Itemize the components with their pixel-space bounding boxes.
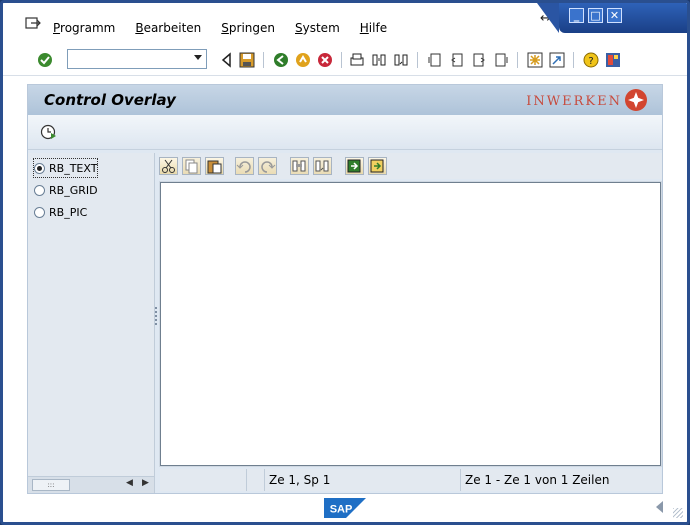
print-icon[interactable] — [349, 52, 365, 68]
application-toolbar — [28, 115, 662, 150]
shortcut-icon[interactable] — [549, 52, 565, 68]
customize-layout-icon[interactable] — [605, 52, 621, 68]
scrollbar-thumb[interactable]: ::: — [32, 479, 70, 491]
editor-toolbar — [159, 153, 662, 179]
cancel-icon[interactable] — [317, 52, 333, 68]
radio-panel: RB_TEXT RB_GRID RB_PIC ::: ◀ ▶ — [28, 153, 155, 493]
radio-label: RB_TEXT — [49, 161, 98, 175]
toolbar-separator — [573, 52, 574, 68]
radio-rb-pic[interactable]: RB_PIC — [34, 203, 87, 221]
paste-icon[interactable] — [205, 157, 224, 175]
horizontal-scrollbar[interactable]: ::: ◀ ▶ — [28, 476, 154, 493]
menu-items: Programm Bearbeiten Springen System Hilf… — [53, 21, 387, 35]
save-file-icon[interactable] — [368, 157, 387, 175]
status-bar: SAP — [3, 495, 687, 522]
execute-clock-icon[interactable] — [40, 124, 58, 140]
save-icon[interactable] — [239, 52, 255, 68]
last-page-icon[interactable] — [493, 52, 509, 68]
copy-icon[interactable] — [182, 157, 201, 175]
enter-icon[interactable] — [37, 52, 53, 68]
find-icon[interactable] — [290, 157, 309, 175]
sap-logo: SAP — [324, 498, 366, 518]
text-editor-area[interactable] — [159, 181, 662, 467]
status-line-range: Ze 1 - Ze 1 von 1 Zeilen — [460, 469, 661, 491]
exit-icon[interactable] — [295, 52, 311, 68]
toolbar-separator — [517, 52, 518, 68]
help-icon[interactable]: ? — [583, 52, 599, 68]
status-cell-blank — [246, 469, 264, 491]
sap-logo-text: SAP — [330, 504, 353, 516]
radio-label: RB_PIC — [49, 205, 88, 219]
menu-bearbeiten[interactable]: Bearbeiten — [135, 21, 201, 35]
toolbar-separator — [341, 52, 342, 68]
menu-springen[interactable]: Springen — [221, 21, 275, 35]
brand-logo-text: INWERKEN — [526, 94, 622, 109]
scroll-left-icon[interactable]: ◀ — [126, 478, 133, 488]
menu-system[interactable]: System — [295, 21, 340, 35]
radio-label: RB_GRID — [49, 183, 98, 197]
system-menu-icon[interactable] — [25, 17, 41, 31]
maximize-button[interactable]: □ — [588, 8, 603, 23]
inwerken-logo-icon — [625, 89, 647, 111]
system-toolbar: ? — [3, 43, 687, 76]
menu-bar: Programm Bearbeiten Springen System Hilf… — [3, 3, 687, 43]
chevron-down-icon[interactable] — [194, 55, 202, 60]
find-icon[interactable] — [371, 52, 387, 68]
first-page-icon[interactable] — [427, 52, 443, 68]
find-next-icon[interactable] — [393, 52, 409, 68]
back-icon[interactable] — [219, 52, 235, 68]
minimize-button[interactable]: _ — [569, 8, 584, 23]
cut-icon[interactable] — [159, 157, 178, 175]
scroll-right-icon[interactable]: ▶ — [142, 478, 149, 488]
main-content: Control Overlay INWERKEN RB_TEXT RB_GRID — [27, 84, 663, 494]
undo-icon[interactable] — [235, 157, 254, 175]
title-bar: Control Overlay INWERKEN — [28, 85, 662, 115]
toolbar-separator — [417, 52, 418, 68]
status-toggle-icon[interactable] — [656, 501, 663, 513]
svg-text:?: ? — [588, 56, 593, 67]
new-session-icon[interactable] — [527, 52, 543, 68]
radio-rb-grid[interactable]: RB_GRID — [34, 181, 98, 199]
page-title: Control Overlay — [44, 91, 176, 109]
radio-rb-text[interactable]: RB_TEXT — [32, 158, 99, 178]
menu-programm[interactable]: Programm — [53, 21, 115, 35]
editor-status-line: Ze 1, Sp 1 Ze 1 - Ze 1 von 1 Zeilen — [160, 469, 661, 491]
close-button[interactable]: ✕ — [607, 8, 622, 23]
sap-gui-window: Programm Bearbeiten Springen System Hilf… — [0, 0, 690, 525]
menu-hilfe[interactable]: Hilfe — [360, 21, 387, 35]
redo-icon[interactable] — [258, 157, 277, 175]
radio-button[interactable] — [34, 184, 45, 196]
load-file-icon[interactable] — [345, 157, 364, 175]
find-next-icon[interactable] — [313, 157, 332, 175]
toolbar-separator — [263, 52, 264, 68]
resize-grip[interactable] — [673, 508, 683, 518]
status-cursor-position: Ze 1, Sp 1 — [264, 469, 464, 491]
next-page-icon[interactable] — [471, 52, 487, 68]
window-controls: _ □ ✕ — [537, 3, 687, 33]
radio-button[interactable] — [34, 206, 45, 218]
back-green-icon[interactable] — [273, 52, 289, 68]
prev-page-icon[interactable] — [449, 52, 465, 68]
radio-button[interactable] — [34, 162, 45, 174]
command-field[interactable] — [67, 49, 207, 69]
